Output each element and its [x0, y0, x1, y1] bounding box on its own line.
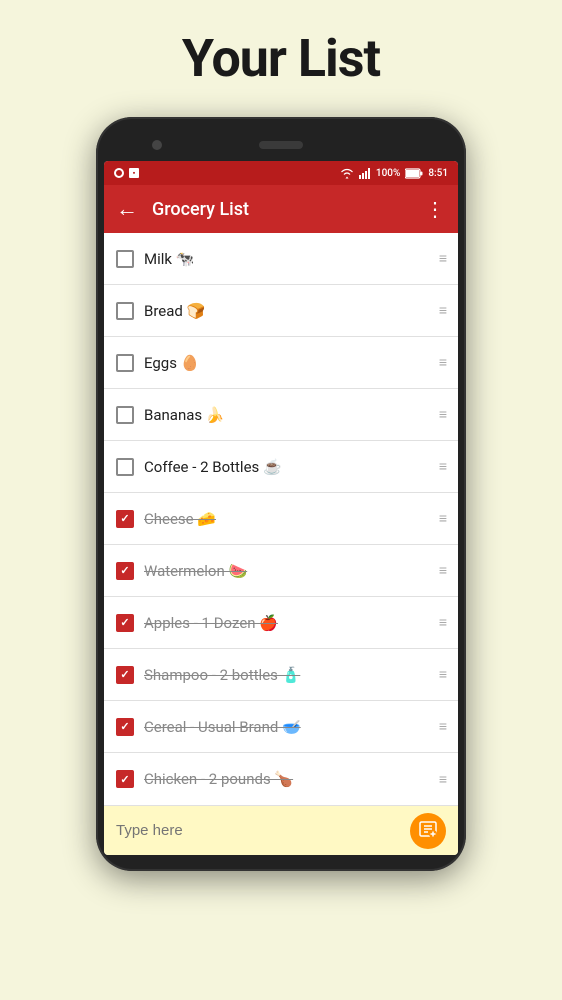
drag-handle[interactable]: ≡ [439, 771, 446, 788]
list-item: Bread 🍞 ≡ [104, 285, 458, 337]
add-button[interactable] [410, 813, 446, 849]
list-item: Watermelon 🍉 ≡ [104, 545, 458, 597]
item-label: Cheese 🧀 [144, 510, 429, 528]
back-button[interactable]: ← [116, 196, 138, 222]
phone-camera [152, 140, 162, 150]
item-label: Watermelon 🍉 [144, 562, 429, 580]
checkbox[interactable] [116, 666, 134, 684]
item-label: Bread 🍞 [144, 302, 429, 320]
checkbox[interactable] [116, 510, 134, 528]
battery-text: 100% [376, 168, 400, 179]
add-icon [418, 819, 438, 842]
drag-handle[interactable]: ≡ [439, 562, 446, 579]
bottom-bar [104, 805, 458, 855]
list-item: Eggs 🥚 ≡ [104, 337, 458, 389]
wifi-icon [340, 168, 354, 179]
drag-handle[interactable]: ≡ [439, 718, 446, 735]
checkbox[interactable] [116, 406, 134, 424]
drag-handle[interactable]: ≡ [439, 302, 446, 319]
type-input[interactable] [116, 822, 400, 839]
checkbox[interactable] [116, 458, 134, 476]
checkbox[interactable] [116, 562, 134, 580]
drag-handle[interactable]: ≡ [439, 510, 446, 527]
phone-frame: ▪ 100% [96, 117, 466, 871]
item-label: Chicken - 2 pounds 🍗 [144, 770, 429, 788]
phone-screen: ▪ 100% [104, 161, 458, 855]
status-right: 100% 8:51 [340, 168, 448, 179]
app-toolbar: ← Grocery List ⋮ [104, 185, 458, 233]
list-item: Chicken - 2 pounds 🍗 ≡ [104, 753, 458, 805]
item-label: Shampoo - 2 bottles 🧴 [144, 666, 429, 684]
checkbox[interactable] [116, 302, 134, 320]
battery-icon [405, 168, 423, 179]
list-item: Cheese 🧀 ≡ [104, 493, 458, 545]
item-label: Apples - 1 Dozen 🍎 [144, 614, 429, 632]
checkbox[interactable] [116, 614, 134, 632]
drag-handle[interactable]: ≡ [439, 614, 446, 631]
drag-handle[interactable]: ≡ [439, 250, 446, 267]
checkbox[interactable] [116, 250, 134, 268]
signal-bars-icon [359, 168, 371, 179]
item-label: Cereal - Usual Brand 🥣 [144, 718, 429, 736]
status-bar: ▪ 100% [104, 161, 458, 185]
checkbox[interactable] [116, 354, 134, 372]
list-item: Bananas 🍌 ≡ [104, 389, 458, 441]
item-label: Eggs 🥚 [144, 354, 429, 372]
toolbar-title: Grocery List [152, 199, 411, 220]
list-item: Coffee - 2 Bottles ☕ ≡ [104, 441, 458, 493]
drag-handle[interactable]: ≡ [439, 458, 446, 475]
item-label: Bananas 🍌 [144, 406, 429, 424]
phone-top-bar [104, 129, 458, 161]
item-label: Milk 🐄 [144, 250, 429, 268]
grocery-list: Milk 🐄≡Bread 🍞≡Eggs 🥚≡Bananas 🍌≡Coffee -… [104, 233, 458, 805]
drag-handle[interactable]: ≡ [439, 354, 446, 371]
list-item: Cereal - Usual Brand 🥣 ≡ [104, 701, 458, 753]
phone-speaker [259, 141, 303, 149]
sim-icon: ▪ [129, 168, 139, 178]
status-left: ▪ [114, 168, 139, 178]
list-item: Apples - 1 Dozen 🍎 ≡ [104, 597, 458, 649]
list-item: Milk 🐄 ≡ [104, 233, 458, 285]
time-text: 8:51 [428, 168, 448, 179]
checkbox[interactable] [116, 770, 134, 788]
page-title: Your List [182, 28, 380, 89]
drag-handle[interactable]: ≡ [439, 666, 446, 683]
signal-dot [114, 168, 124, 178]
checkbox[interactable] [116, 718, 134, 736]
list-item: Shampoo - 2 bottles 🧴 ≡ [104, 649, 458, 701]
drag-handle[interactable]: ≡ [439, 406, 446, 423]
item-label: Coffee - 2 Bottles ☕ [144, 458, 429, 476]
menu-button[interactable]: ⋮ [425, 197, 446, 221]
